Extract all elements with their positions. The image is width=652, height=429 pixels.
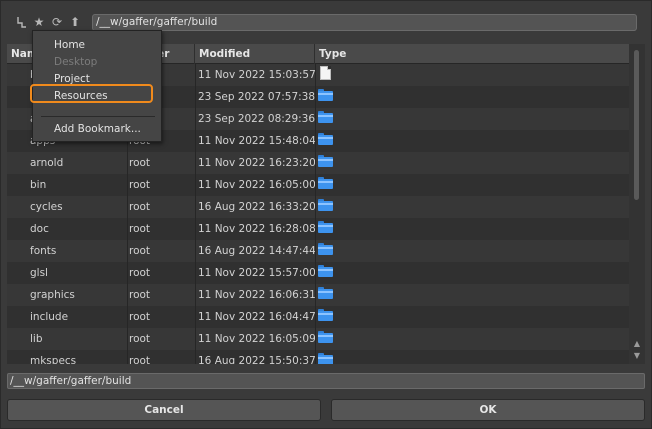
table-row[interactable]: include root 11 Nov 2022 16:04:47 bbox=[7, 306, 629, 328]
star-icon[interactable]: ★ bbox=[31, 12, 47, 32]
row-modified: 11 Nov 2022 16:28:08 bbox=[198, 223, 316, 235]
row-modified: 16 Aug 2022 14:47:44 bbox=[198, 245, 316, 257]
vertical-scrollbar[interactable]: ▲ ▼ bbox=[629, 44, 645, 364]
menu-item-home[interactable]: Home bbox=[54, 37, 85, 53]
row-modified: 23 Sep 2022 07:57:38 bbox=[198, 91, 316, 103]
filename-input[interactable]: /__w/gaffer/gaffer/build bbox=[7, 373, 645, 389]
path-input[interactable]: /__w/gaffer/gaffer/build bbox=[92, 14, 637, 31]
table-row[interactable]: lib root 11 Nov 2022 16:05:09 bbox=[7, 328, 629, 350]
menu-item-add-bookmark[interactable]: Add Bookmark... bbox=[54, 121, 141, 137]
row-owner: root bbox=[129, 311, 151, 323]
row-name: fonts bbox=[30, 245, 57, 257]
column-header-modified[interactable]: Modified bbox=[195, 44, 315, 64]
menu-item-desktop: Desktop bbox=[54, 56, 98, 68]
row-name: arnold bbox=[30, 157, 64, 169]
row-name: doc bbox=[30, 223, 49, 235]
row-modified: 11 Nov 2022 16:06:31 bbox=[198, 289, 316, 301]
row-name: include bbox=[30, 311, 69, 323]
table-row[interactable]: graphics root 11 Nov 2022 16:06:31 bbox=[7, 284, 629, 306]
row-modified: 11 Nov 2022 16:05:00 bbox=[198, 179, 316, 191]
row-name: glsl bbox=[30, 267, 48, 279]
resources-highlight-box bbox=[30, 84, 153, 103]
row-modified: 11 Nov 2022 15:03:57 bbox=[198, 69, 316, 81]
row-owner: root bbox=[129, 201, 151, 213]
row-name: graphics bbox=[30, 289, 75, 301]
row-owner: root bbox=[129, 179, 151, 191]
row-name: cycles bbox=[30, 201, 63, 213]
row-modified: 16 Aug 2022 15:50:37 bbox=[198, 355, 316, 364]
table-row[interactable]: cycles root 16 Aug 2022 16:33:20 bbox=[7, 196, 629, 218]
up-arrow-icon[interactable]: ⬆ bbox=[67, 12, 83, 32]
row-name: mkspecs bbox=[30, 355, 77, 364]
row-modified: 16 Aug 2022 16:33:20 bbox=[198, 201, 316, 213]
row-name: bin bbox=[30, 179, 47, 191]
scroll-down-arrow-icon[interactable]: ▼ bbox=[629, 350, 645, 361]
row-owner: root bbox=[129, 333, 151, 345]
row-modified: 11 Nov 2022 16:05:09 bbox=[198, 333, 316, 345]
table-row[interactable]: doc root 11 Nov 2022 16:28:08 bbox=[7, 218, 629, 240]
cancel-button[interactable]: Cancel bbox=[7, 399, 321, 421]
row-modified: 11 Nov 2022 16:04:47 bbox=[198, 311, 316, 323]
table-row[interactable]: fonts root 16 Aug 2022 14:47:44 bbox=[7, 240, 629, 262]
column-header-type[interactable]: Type bbox=[315, 44, 629, 64]
refresh-icon[interactable]: ⟳ bbox=[49, 12, 65, 32]
table-row[interactable]: mkspecs root 16 Aug 2022 15:50:37 bbox=[7, 350, 629, 364]
scrollbar-thumb[interactable] bbox=[634, 50, 639, 200]
table-row[interactable]: bin root 11 Nov 2022 16:05:00 bbox=[7, 174, 629, 196]
row-owner: root bbox=[129, 245, 151, 257]
row-name: lib bbox=[30, 333, 43, 345]
table-row[interactable]: glsl root 11 Nov 2022 15:57:00 bbox=[7, 262, 629, 284]
row-owner: root bbox=[129, 289, 151, 301]
ok-button[interactable]: OK bbox=[331, 399, 645, 421]
folder-icon bbox=[318, 353, 333, 364]
path-split-icon[interactable] bbox=[14, 12, 30, 32]
table-row[interactable]: arnold root 11 Nov 2022 16:23:20 bbox=[7, 152, 629, 174]
menu-separator bbox=[41, 116, 155, 117]
row-modified: 23 Sep 2022 08:29:36 bbox=[198, 113, 316, 125]
column-divider bbox=[315, 64, 316, 364]
scroll-up-arrow-icon[interactable]: ▲ bbox=[629, 338, 645, 349]
row-owner: root bbox=[129, 223, 151, 235]
row-owner: root bbox=[129, 267, 151, 279]
row-owner: root bbox=[129, 355, 151, 364]
row-modified: 11 Nov 2022 15:48:04 bbox=[198, 135, 316, 147]
column-divider bbox=[195, 64, 196, 364]
row-modified: 11 Nov 2022 15:57:00 bbox=[198, 267, 316, 279]
row-owner: root bbox=[129, 157, 151, 169]
row-modified: 11 Nov 2022 16:23:20 bbox=[198, 157, 316, 169]
